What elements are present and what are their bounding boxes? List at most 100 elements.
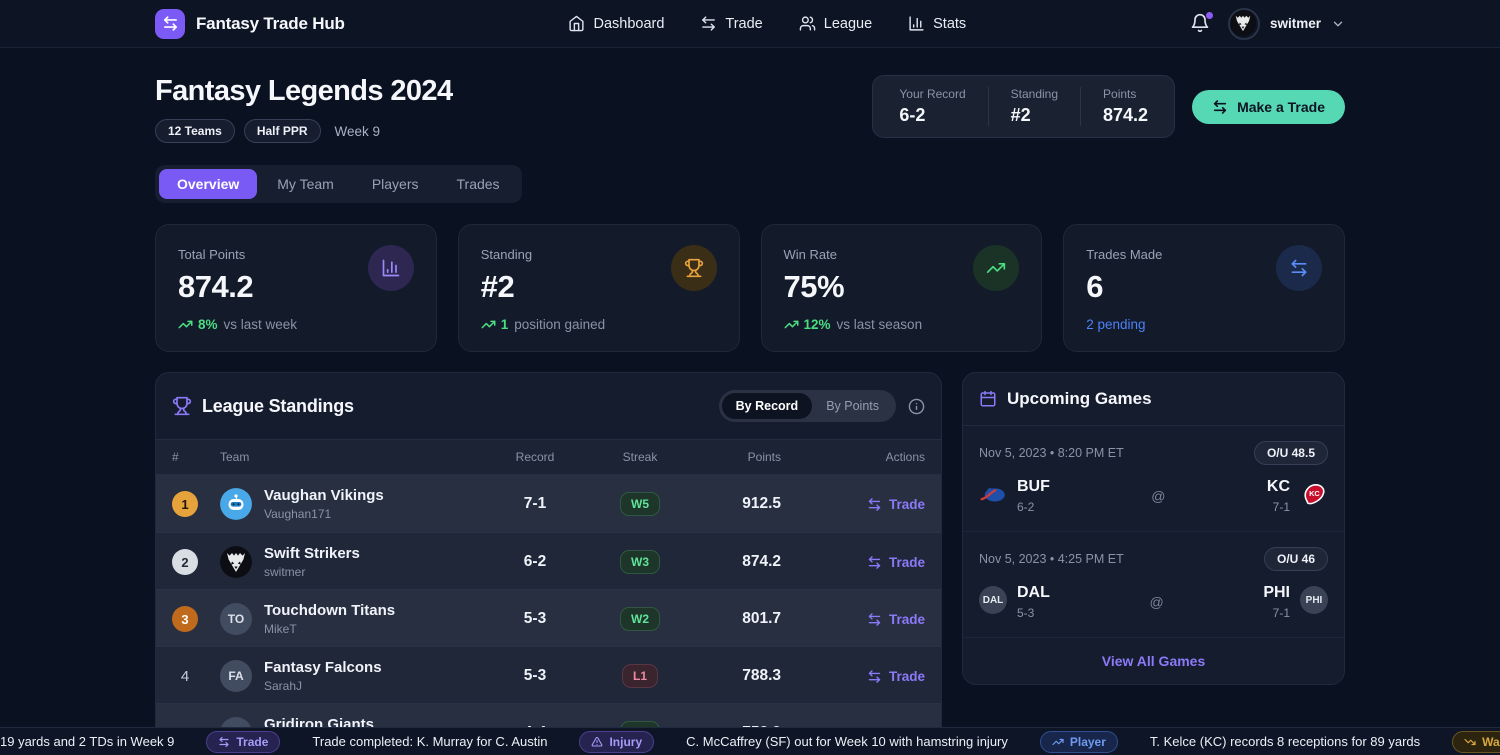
tab-trades[interactable]: Trades	[439, 169, 518, 199]
nav-item-league[interactable]: League	[799, 15, 872, 32]
team-abbr: BUF	[1017, 478, 1050, 496]
tab-players[interactable]: Players	[354, 169, 437, 199]
col-actions: Actions	[805, 450, 925, 464]
tab-overview[interactable]: Overview	[159, 169, 257, 199]
home-team: PHI 7-1 PHI	[1263, 584, 1328, 620]
record-value: 5-3	[485, 667, 585, 685]
game-item[interactable]: Nov 5, 2023 • 4:25 PM ET O/U 46 DAL DAL …	[963, 532, 1344, 638]
calendar-icon	[979, 390, 997, 408]
toggle-by-record[interactable]: By Record	[722, 393, 813, 419]
summary-record: Your Record 6-2	[877, 87, 987, 126]
nav-item-label: League	[824, 16, 872, 32]
rank-badge: 3	[172, 606, 198, 632]
summary-label: Standing	[1011, 87, 1058, 101]
trend-up: 8%	[178, 317, 218, 332]
ticker-item-text: 19 yards and 2 TDs in Week 9	[0, 734, 174, 749]
app-title: Fantasy Trade Hub	[196, 14, 345, 34]
ticker-waiver-badge: Waiver	[1452, 731, 1500, 753]
points-value: 788.3	[695, 667, 805, 685]
stat-trend: 12% vs last season	[784, 317, 923, 332]
summary-standing: Standing #2	[988, 87, 1080, 126]
trending-up-icon	[1052, 736, 1064, 748]
nav-item-trade[interactable]: Trade	[700, 15, 762, 32]
standings-row[interactable]: 1 Vaughan Vikings Vaughan171 7-1 W5 912.…	[156, 475, 941, 532]
stat-card-total-points: Total Points 874.2 8% vs last week	[155, 224, 437, 352]
trending-down-icon	[1464, 736, 1476, 748]
standings-row[interactable]: 3 TO Touchdown Titans MikeT 5-3 W2 801.7…	[156, 589, 941, 646]
record-summary-card: Your Record 6-2 Standing #2 Points 874.2	[872, 75, 1175, 138]
team-abbr: KC	[1267, 478, 1290, 496]
stat-cards: Total Points 874.2 8% vs last week Stand…	[155, 224, 1345, 352]
trend-up: 1	[481, 317, 509, 332]
user-menu[interactable]: switmer	[1228, 8, 1345, 40]
col-team: Team	[220, 450, 485, 464]
initials-avatar: FA	[220, 660, 252, 692]
notification-dot	[1206, 12, 1213, 19]
summary-value: #2	[1011, 105, 1058, 126]
rank-badge: 1	[172, 491, 198, 517]
view-all-games-link[interactable]: View All Games	[963, 638, 1344, 684]
over-under-badge: O/U 46	[1264, 547, 1328, 571]
standings-row[interactable]: 2 Swift Strikers switmer 6-2 W3 874.2 Tr…	[156, 532, 941, 589]
standings-header-row: # Team Record Streak Points Actions	[156, 439, 941, 475]
summary-points: Points 874.2	[1080, 87, 1170, 126]
ticker-injury-badge: Injury	[579, 731, 654, 753]
summary-value: 874.2	[1103, 105, 1148, 126]
points-value: 874.2	[695, 553, 805, 571]
home-team: KC 7-1 KC	[1267, 478, 1328, 514]
swap-icon	[867, 612, 882, 627]
trade-action-button[interactable]: Trade	[805, 669, 925, 684]
trending-up-icon	[481, 317, 496, 332]
news-ticker[interactable]: 19 yards and 2 TDs in Week 9 Trade Trade…	[0, 727, 1500, 755]
streak-badge: W3	[620, 550, 660, 574]
upcoming-games-panel: Upcoming Games Nov 5, 2023 • 8:20 PM ET …	[962, 372, 1345, 685]
league-standings-panel: League Standings By Record By Points # T…	[155, 372, 942, 755]
dal-logo: DAL	[979, 586, 1007, 614]
at-symbol: @	[1151, 488, 1165, 504]
nav-item-label: Trade	[725, 16, 762, 32]
standings-row[interactable]: 4 FA Fantasy Falcons SarahJ 5-3 L1 788.3…	[156, 646, 941, 703]
nav-item-label: Stats	[933, 16, 966, 32]
info-icon[interactable]	[908, 398, 925, 415]
trend-up: 12%	[784, 317, 831, 332]
league-meta: 12 Teams Half PPR Week 9	[155, 119, 452, 143]
team-abbr: PHI	[1263, 584, 1290, 602]
trade-action-button[interactable]: Trade	[805, 612, 925, 627]
ticker-trade-badge: Trade	[206, 731, 280, 753]
make-a-trade-button[interactable]: Make a Trade	[1192, 90, 1345, 124]
users-icon	[799, 15, 816, 32]
standings-title: League Standings	[202, 396, 354, 417]
sort-toggle: By Record By Points	[719, 390, 896, 422]
chevron-down-icon	[1331, 17, 1345, 31]
streak-badge: L1	[622, 664, 658, 688]
stat-card-win-rate: Win Rate 75% 12% vs last season	[761, 224, 1043, 352]
bar-chart-icon	[368, 245, 414, 291]
user-name: switmer	[1270, 16, 1321, 31]
team-name: Vaughan Vikings	[264, 487, 384, 504]
trade-action-button[interactable]: Trade	[805, 497, 925, 512]
svg-text:KC: KC	[1309, 489, 1320, 498]
team-name: Touchdown Titans	[264, 602, 395, 619]
nav-item-stats[interactable]: Stats	[908, 15, 966, 32]
at-symbol: @	[1150, 594, 1164, 610]
game-item[interactable]: Nov 5, 2023 • 8:20 PM ET O/U 48.5 BUF 6-…	[963, 426, 1344, 532]
notifications-button[interactable]	[1190, 13, 1212, 35]
tab-my-team[interactable]: My Team	[259, 169, 352, 199]
team-abbr: DAL	[1017, 584, 1050, 602]
nav-item-dashboard[interactable]: Dashboard	[568, 15, 664, 32]
toggle-by-points[interactable]: By Points	[812, 393, 893, 419]
ticker-item-text: C. McCaffrey (SF) out for Week 10 with h…	[686, 734, 1008, 749]
col-points: Points	[695, 450, 805, 464]
initials-avatar: TO	[220, 603, 252, 635]
trade-action-button[interactable]: Trade	[805, 555, 925, 570]
swap-icon	[867, 555, 882, 570]
chiefs-logo: KC	[1300, 480, 1328, 508]
robot-avatar	[220, 488, 252, 520]
view-tabs: Overview My Team Players Trades	[155, 165, 522, 203]
team-manager: SarahJ	[264, 679, 382, 693]
page-header: Fantasy Legends 2024 12 Teams Half PPR W…	[155, 75, 1345, 143]
team-record: 7-1	[1263, 606, 1290, 620]
navbar: Fantasy Trade Hub Dashboard Trade League…	[0, 0, 1500, 48]
pending-trades-link[interactable]: 2 pending	[1086, 317, 1145, 332]
rank-badge: 4	[172, 663, 198, 689]
